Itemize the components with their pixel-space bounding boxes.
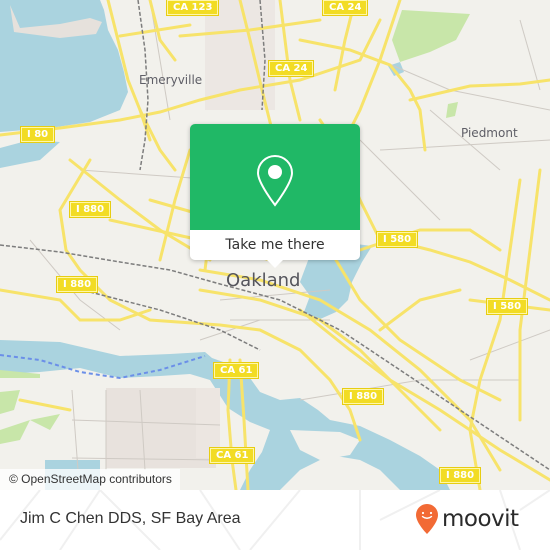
popup-header [190,124,360,230]
route-shield-i880: I 880 [438,467,482,484]
route-shield-i580: I 580 [375,231,419,248]
place-label-emeryville: Emeryville [139,73,203,87]
footer-bar: Jim C Chen DDS, SF Bay Area moovit [0,490,550,550]
route-shield-i580: I 580 [485,298,529,315]
popup-pointer [265,258,285,268]
route-shield-i880: I 880 [55,276,99,293]
map-view[interactable]: Emeryville Piedmont Oakland CA 123 CA 24… [0,0,550,490]
take-me-there-button[interactable]: Take me there [190,230,360,260]
route-shield-i880: I 880 [341,388,385,405]
park-piedmont [446,102,458,118]
route-shield-i880: I 880 [68,201,112,218]
park-north [392,10,470,62]
route-shield-ca61: CA 61 [212,362,260,379]
map-pin-icon [256,154,294,207]
location-title: Jim C Chen DDS, SF Bay Area [20,510,241,527]
location-popup: Take me there [190,124,360,268]
route-shield-i80: I 80 [19,126,56,143]
moovit-wordmark: moovit [442,506,519,532]
park-sw2 [0,390,20,414]
park-sw4 [30,414,60,430]
map-attribution[interactable]: © OpenStreetMap contributors [0,469,180,490]
route-shield-ca61: CA 61 [208,447,256,464]
moovit-logo[interactable]: moovit [415,503,519,535]
route-shield-ca24: CA 24 [321,0,369,16]
place-label-piedmont: Piedmont [461,126,518,140]
bay-water-lower [0,140,60,168]
moovit-smiley-pin-icon [416,504,438,534]
bay-water [0,0,128,132]
route-shield-ca24: CA 24 [267,60,315,77]
route-shield-ca123: CA 123 [165,0,220,16]
park-sw3 [0,420,30,444]
place-label-oakland: Oakland [226,270,301,291]
